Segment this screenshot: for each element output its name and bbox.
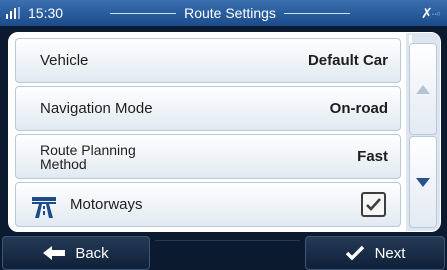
clock: 15:30 — [28, 5, 64, 21]
route-planning-value: Fast — [357, 148, 388, 165]
footer-bar: Back Next — [0, 236, 447, 270]
settings-list: Vehicle Default Car Navigation Mode On-r… — [9, 33, 406, 231]
page-title: Route Settings — [184, 5, 276, 21]
scrollbar[interactable] — [406, 33, 440, 231]
route-planning-row[interactable]: Route Planning Method Fast — [15, 134, 401, 179]
back-button[interactable]: Back — [2, 236, 150, 270]
scroll-down-button[interactable] — [409, 136, 437, 228]
arrow-down-icon — [416, 177, 430, 187]
vehicle-label: Vehicle — [40, 51, 89, 69]
satellite-icon: ✗··◦ — [420, 4, 441, 21]
signal-icon — [6, 7, 20, 19]
motorways-label: Motorways — [70, 195, 143, 213]
checkmark-icon — [345, 245, 365, 261]
navigation-mode-row[interactable]: Navigation Mode On-road — [15, 86, 401, 131]
route-planning-label: Route Planning Method — [40, 135, 136, 178]
status-left: 15:30 — [6, 0, 63, 26]
navigation-mode-value: On-road — [329, 100, 388, 117]
settings-panel: Vehicle Default Car Navigation Mode On-r… — [8, 32, 441, 232]
arrow-left-icon — [43, 246, 66, 260]
header-title-wrap: Route Settings — [110, 0, 350, 26]
motorways-checkbox[interactable] — [361, 192, 386, 217]
vehicle-value: Default Car — [307, 52, 388, 69]
route-planning-label-line2: Method — [40, 155, 87, 172]
motorways-row[interactable]: Motorways — [15, 182, 401, 227]
footer-divider — [155, 240, 300, 241]
status-bar: 15:30 Route Settings ✗··◦ — [0, 0, 447, 26]
next-label: Next — [374, 244, 406, 262]
navigation-mode-label: Navigation Mode — [40, 99, 153, 117]
title-rule-left — [110, 12, 177, 14]
status-right: ✗··◦ — [420, 0, 441, 26]
back-label: Back — [75, 244, 109, 262]
arrow-up-icon — [416, 84, 430, 94]
title-rule-right — [283, 12, 350, 14]
next-button[interactable]: Next — [305, 236, 445, 270]
route-planning-label-line1: Route Planning — [40, 141, 136, 158]
vehicle-row[interactable]: Vehicle Default Car — [15, 38, 401, 83]
checkmark-icon — [366, 198, 381, 211]
scroll-up-button[interactable] — [409, 43, 437, 135]
motorway-icon — [32, 197, 56, 218]
